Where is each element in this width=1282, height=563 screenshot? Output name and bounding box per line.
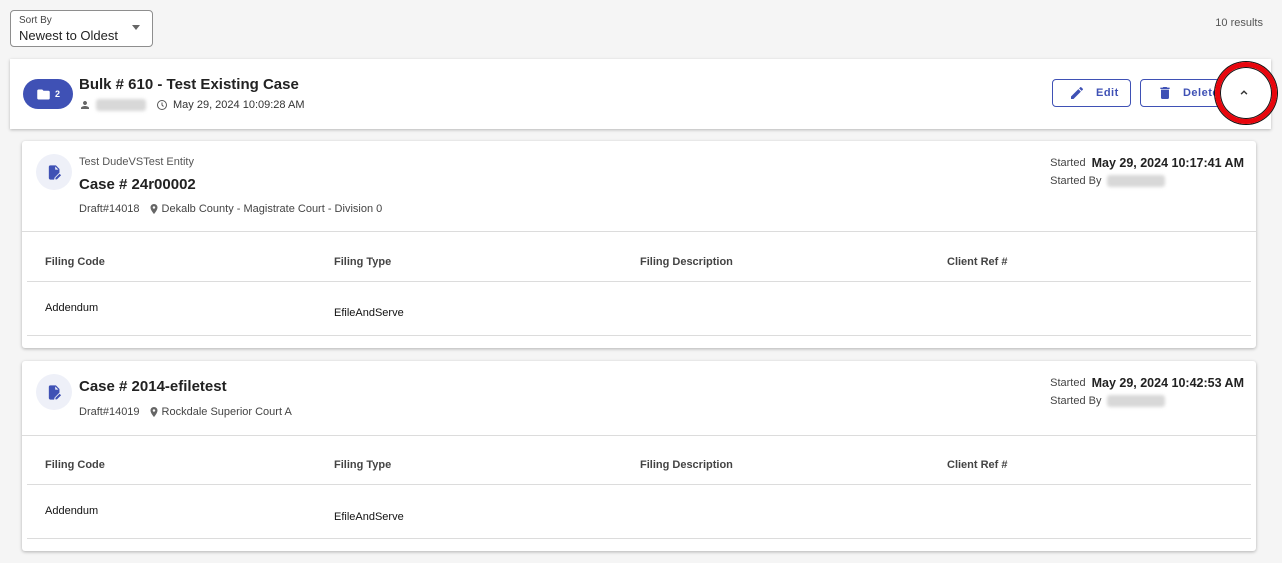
redacted-user	[96, 99, 146, 111]
filing-type-cell: EfileAndServe	[334, 511, 404, 523]
case-card: Case # 2014-efiletest Draft#14019 Rockda…	[22, 361, 1256, 551]
folder-count: 2	[54, 89, 60, 99]
case-avatar	[36, 374, 72, 410]
sort-select[interactable]: Sort By Newest to Oldest	[10, 10, 153, 47]
location-pin-icon	[150, 204, 158, 214]
clock-icon	[157, 100, 167, 110]
started-by-label: Started By	[1050, 175, 1102, 187]
caret-down-icon	[132, 25, 140, 30]
started-info: Started May 29, 2024 10:42:53 AM Started…	[1050, 376, 1244, 407]
case-card: Test DudeVSTest Entity Case # 24r00002 D…	[22, 141, 1256, 348]
started-label: Started	[1050, 377, 1086, 389]
chevron-up-icon	[1240, 90, 1248, 95]
case-title: Case # 24r00002	[79, 176, 196, 193]
bulk-meta: May 29, 2024 10:09:28 AM	[79, 99, 304, 111]
sort-label: Sort By	[19, 15, 52, 26]
court-name: Rockdale Superior Court A	[161, 406, 292, 418]
case-meta: Draft#14019 Rockdale Superior Court A	[79, 406, 292, 418]
draft-number: Draft#14019	[79, 406, 140, 418]
bulk-timestamp: May 29, 2024 10:09:28 AM	[173, 99, 305, 111]
redacted-user	[1107, 395, 1166, 407]
edit-document-icon	[48, 384, 61, 400]
col-header-client-ref: Client Ref #	[947, 256, 1008, 268]
delete-label: Delete	[1182, 87, 1219, 99]
bulk-card: 2 Bulk # 610 - Test Existing Case May 29…	[10, 59, 1271, 129]
location-pin-icon	[150, 407, 158, 417]
divider	[27, 281, 1251, 282]
sort-value: Newest to Oldest	[19, 28, 118, 43]
filing-code-cell: Addendum	[45, 505, 99, 517]
col-header-filing-type: Filing Type	[334, 256, 392, 268]
trash-icon	[1160, 87, 1170, 99]
col-header-filing-code: Filing Code	[45, 256, 105, 268]
delete-button[interactable]: Delete	[1140, 79, 1220, 107]
case-meta: Draft#14018 Dekalb County - Magistrate C…	[79, 203, 382, 215]
divider	[27, 484, 1251, 485]
folder-icon	[37, 89, 50, 99]
col-header-filing-description: Filing Description	[640, 459, 733, 471]
case-avatar	[36, 154, 72, 190]
col-header-filing-code: Filing Code	[45, 459, 105, 471]
filing-code-cell: Addendum	[45, 302, 99, 314]
started-label: Started	[1050, 157, 1086, 169]
filing-type-cell: EfileAndServe	[334, 307, 404, 319]
divider	[22, 231, 1256, 232]
draft-number: Draft#14018	[79, 203, 140, 215]
pencil-icon	[1071, 86, 1083, 99]
col-header-filing-type: Filing Type	[334, 459, 392, 471]
started-by-label: Started By	[1050, 395, 1102, 407]
bulk-title: Bulk # 610 - Test Existing Case	[79, 76, 299, 93]
case-title: Case # 2014-efiletest	[79, 378, 227, 395]
case-entity: Test DudeVSTest Entity	[79, 156, 194, 168]
col-header-client-ref: Client Ref #	[947, 459, 1008, 471]
started-date: May 29, 2024 10:42:53 AM	[1091, 376, 1244, 390]
edit-document-icon	[48, 164, 61, 180]
edit-button[interactable]: Edit	[1052, 79, 1131, 107]
started-info: Started May 29, 2024 10:17:41 AM Started…	[1050, 156, 1244, 187]
court-name: Dekalb County - Magistrate Court - Divis…	[161, 203, 383, 215]
collapse-button[interactable]	[1219, 79, 1269, 107]
started-date: May 29, 2024 10:17:41 AM	[1091, 156, 1244, 170]
divider	[27, 335, 1251, 336]
results-count: 10 results	[1215, 17, 1263, 29]
divider	[27, 538, 1251, 539]
divider	[22, 435, 1256, 436]
folder-badge[interactable]: 2	[23, 79, 73, 109]
person-icon	[81, 101, 89, 109]
redacted-user	[1107, 175, 1166, 187]
edit-label: Edit	[1096, 87, 1119, 99]
col-header-filing-description: Filing Description	[640, 256, 733, 268]
